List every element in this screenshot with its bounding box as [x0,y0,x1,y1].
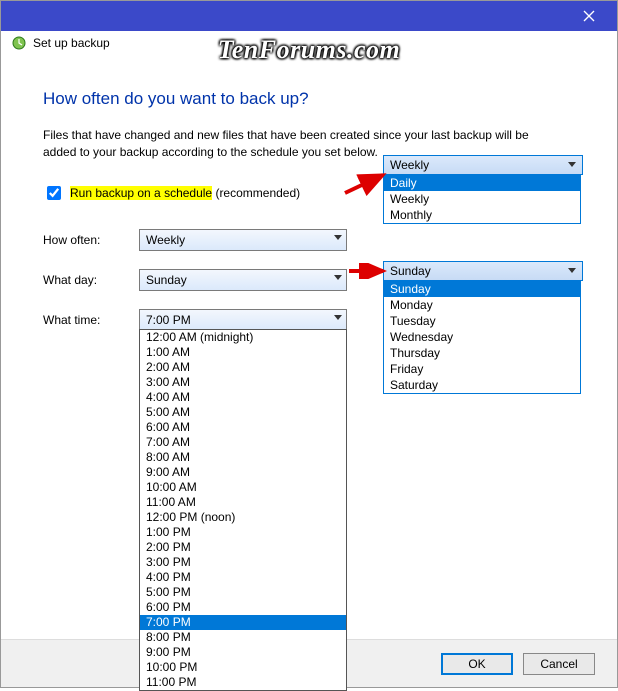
what-time-dropdown[interactable]: 12:00 AM (midnight)1:00 AM2:00 AM3:00 AM… [139,329,347,691]
what-time-option[interactable]: 9:00 PM [140,645,346,660]
how-often-row: How often: Weekly [43,229,575,251]
how-often-popout-value: Weekly [390,158,429,172]
what-time-option[interactable]: 8:00 AM [140,450,346,465]
schedule-checkbox-label[interactable]: Run backup on a schedule (recommended) [70,186,300,200]
what-day-popout-header[interactable]: Sunday [383,261,583,281]
what-time-option[interactable]: 6:00 PM [140,600,346,615]
how-often-value: Weekly [146,233,185,247]
what-time-label: What time: [43,313,139,327]
chevron-down-icon [568,162,576,167]
how-often-option[interactable]: Daily [384,175,580,191]
what-time-option[interactable]: 6:00 AM [140,420,346,435]
what-time-option[interactable]: 4:00 PM [140,570,346,585]
what-time-option[interactable]: 8:00 PM [140,630,346,645]
what-time-option[interactable]: 11:00 AM [140,495,346,510]
what-time-option[interactable]: 10:00 PM [140,660,346,675]
what-day-option[interactable]: Monday [384,297,580,313]
what-day-popout-value: Sunday [390,264,431,278]
what-time-option[interactable]: 2:00 AM [140,360,346,375]
what-time-option[interactable]: 9:00 AM [140,465,346,480]
what-time-option[interactable]: 10:00 AM [140,480,346,495]
what-time-value: 7:00 PM [146,313,191,327]
what-day-option[interactable]: Wednesday [384,329,580,345]
cancel-button[interactable]: Cancel [523,653,595,675]
what-time-option[interactable]: 3:00 PM [140,555,346,570]
how-often-popout: Weekly DailyWeeklyMonthly [383,155,583,175]
what-time-option[interactable]: 1:00 AM [140,345,346,360]
what-time-option[interactable]: 1:00 PM [140,525,346,540]
chevron-down-icon [568,268,576,273]
what-day-value: Sunday [146,273,187,287]
close-icon [583,10,595,22]
what-time-option[interactable]: 7:00 PM [140,615,346,630]
what-time-option[interactable]: 7:00 AM [140,435,346,450]
how-often-combo[interactable]: Weekly [139,229,347,251]
how-often-options-list[interactable]: DailyWeeklyMonthly [383,174,581,224]
what-day-option[interactable]: Saturday [384,377,580,393]
what-day-option[interactable]: Friday [384,361,580,377]
how-often-label: How often: [43,233,139,247]
what-time-option[interactable]: 12:00 AM (midnight) [140,330,346,345]
backup-icon [11,35,27,51]
close-button[interactable] [567,2,611,30]
chevron-down-icon [334,235,342,240]
chevron-down-icon [334,275,342,280]
how-often-option[interactable]: Monthly [384,207,580,223]
what-time-option[interactable]: 5:00 AM [140,405,346,420]
window-header: Set up backup [1,31,617,55]
what-time-option[interactable]: 2:00 PM [140,540,346,555]
what-time-option[interactable]: 5:00 PM [140,585,346,600]
what-day-option[interactable]: Thursday [384,345,580,361]
page-heading: How often do you want to back up? [43,89,575,109]
what-day-options-list[interactable]: SundayMondayTuesdayWednesdayThursdayFrid… [383,280,581,394]
what-time-option[interactable]: 4:00 AM [140,390,346,405]
titlebar [1,1,617,31]
what-day-popout: Sunday SundayMondayTuesdayWednesdayThurs… [383,261,583,281]
chevron-down-icon [334,315,342,320]
what-day-combo[interactable]: Sunday [139,269,347,291]
how-often-option[interactable]: Weekly [384,191,580,207]
what-day-option[interactable]: Sunday [384,281,580,297]
schedule-label-highlight: Run backup on a schedule [70,186,212,200]
what-time-option[interactable]: 12:00 PM (noon) [140,510,346,525]
schedule-checkbox[interactable] [47,186,61,200]
what-day-option[interactable]: Tuesday [384,313,580,329]
what-day-label: What day: [43,273,139,287]
schedule-label-tail: (recommended) [212,186,300,200]
ok-button[interactable]: OK [441,653,513,675]
window-title: Set up backup [33,36,110,50]
what-time-combo[interactable]: 7:00 PM [139,309,347,331]
how-often-popout-header[interactable]: Weekly [383,155,583,175]
what-time-option[interactable]: 3:00 AM [140,375,346,390]
